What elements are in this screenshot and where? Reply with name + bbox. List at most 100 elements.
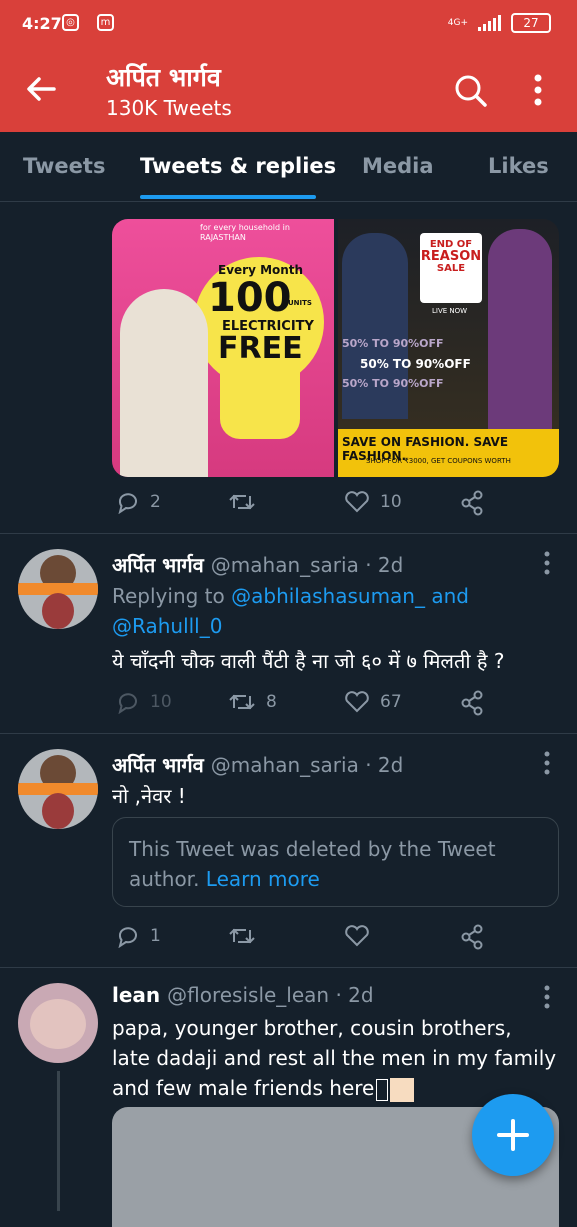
image-text: 50% TO 90%OFF [342, 377, 444, 390]
author-handle: @floresisle_lean · 2d [167, 983, 374, 1007]
compose-button[interactable] [472, 1094, 554, 1176]
retweet-count: 8 [266, 692, 277, 712]
share-button[interactable] [460, 490, 484, 516]
share-icon [461, 490, 483, 516]
image-text: for every household in [200, 223, 290, 232]
mention-link[interactable]: @Rahulll_0 [112, 614, 222, 638]
gmail-icon: m [97, 14, 114, 31]
tab-tweets[interactable]: Tweets [23, 154, 105, 178]
tweet-menu-icon[interactable] [542, 985, 552, 1009]
media-image-sale[interactable]: END OF REASON SALE LIVE NOW 50% TO 90%OF… [338, 219, 559, 477]
tweet-menu-icon[interactable] [542, 551, 552, 575]
reply-icon [118, 693, 137, 714]
network-label: 4G+ [447, 18, 468, 28]
like-button[interactable]: 67 [344, 690, 402, 714]
reply-button[interactable]: 1 [116, 924, 161, 948]
thread-line [57, 1071, 60, 1211]
avatar[interactable] [18, 983, 98, 1063]
tweet-text: नो ,नेवर ! [112, 784, 186, 808]
share-button[interactable] [460, 690, 484, 716]
reply-icon [118, 927, 137, 948]
retweet-button[interactable]: 8 [228, 690, 277, 714]
profile-tabs: Tweets Tweets & replies Media Likes [0, 132, 577, 202]
image-text: 100 [208, 275, 292, 321]
image-text: SALE [436, 263, 466, 274]
tweet-author[interactable]: अर्पित भार्गव @mahan_saria · 2d [112, 551, 403, 578]
tweet-text: papa, younger brother, cousin brothers, … [112, 1013, 556, 1103]
profile-name: अर्पित भार्गव [106, 63, 221, 92]
battery-icon: 27 [511, 13, 551, 33]
model-woman [488, 229, 552, 429]
author-name: अर्पित भार्गव [112, 753, 204, 777]
avatar[interactable] [18, 549, 98, 629]
tweet-line: late dadaji and rest all the men in my f… [112, 1046, 557, 1070]
share-icon [461, 690, 483, 716]
like-count: 10 [380, 492, 402, 512]
share-button[interactable] [460, 924, 484, 950]
image-text: UNITS [288, 299, 312, 307]
image-text: REASON [420, 249, 482, 264]
reply-button[interactable]: 2 [116, 490, 161, 514]
tweet-author[interactable]: अर्पित भार्गव @mahan_saria · 2d [112, 751, 403, 778]
emoji-box [390, 1077, 415, 1102]
reply-count: 10 [150, 692, 172, 712]
tweet-text: ये चाँदनी चौक वाली पैंटी है ना जो ६० में… [112, 649, 505, 673]
divider [0, 533, 577, 534]
tweet-line: papa, younger brother, cousin brothers, [112, 1016, 512, 1040]
author-name: अर्पित भार्गव [112, 553, 204, 577]
like-button[interactable]: 10 [344, 490, 402, 514]
retweet-icon [229, 928, 255, 944]
reply-button[interactable]: 10 [116, 690, 172, 714]
tweet-media[interactable]: for every household in RAJASTHAN Every M… [112, 219, 559, 477]
sale-badge: END OF REASON SALE [420, 233, 482, 303]
reply-count: 1 [150, 926, 161, 946]
tab-media[interactable]: Media [362, 154, 434, 178]
plus-icon [497, 1119, 529, 1151]
image-text: SHOP FOR ₹3000, GET COUPONS WORTH [366, 457, 511, 465]
avatar-face [30, 999, 86, 1049]
tweet-menu-icon[interactable] [542, 751, 552, 775]
learn-more-link[interactable]: Learn more [206, 867, 320, 891]
replying-to: Replying to @abhilashasuman_ and @Rahull… [112, 581, 469, 641]
retweet-icon [229, 694, 255, 710]
avatar-face2 [42, 593, 74, 629]
instagram-icon: ◎ [62, 14, 79, 31]
tab-likes[interactable]: Likes [488, 154, 549, 178]
image-text: RAJASTHAN [200, 233, 246, 242]
retweet-button[interactable] [228, 924, 256, 948]
divider [0, 733, 577, 734]
reply-icon [118, 493, 137, 514]
tweet-count: 130K Tweets [106, 96, 232, 120]
tweet-line: and few male friends here [112, 1076, 375, 1100]
tweet-author[interactable]: lean @floresisle_lean · 2d [112, 983, 374, 1007]
model-man [342, 233, 408, 419]
image-text: 50% TO 90%OFF [342, 337, 444, 350]
mention-link[interactable]: @abhilashasuman_ and [231, 584, 469, 608]
media-image-electricity[interactable]: for every household in RAJASTHAN Every M… [112, 219, 334, 477]
more-options-icon[interactable] [526, 72, 550, 108]
back-arrow-icon[interactable] [24, 72, 58, 106]
tab-tweets-replies[interactable]: Tweets & replies [140, 154, 336, 178]
reply-count: 2 [150, 492, 161, 512]
like-count: 67 [380, 692, 402, 712]
search-icon[interactable] [454, 74, 488, 108]
emoji-box [376, 1078, 389, 1101]
person-photo [120, 289, 208, 477]
avatar[interactable] [18, 749, 98, 829]
bulb-base [220, 369, 300, 439]
retweet-button[interactable] [228, 490, 256, 514]
like-button[interactable] [344, 924, 370, 948]
replying-prefix: Replying to [112, 584, 225, 608]
author-name: lean [112, 983, 161, 1007]
retweet-icon [229, 494, 255, 510]
image-text: 50% TO 90%OFF [360, 357, 471, 371]
active-tab-indicator [140, 195, 316, 199]
image-text: FREE [218, 331, 303, 366]
heart-icon [345, 491, 369, 513]
author-handle: @mahan_saria · 2d [210, 553, 404, 577]
signal-icon [478, 15, 501, 31]
heart-icon [345, 691, 369, 713]
status-bar: 4:27 ◎ m 4G+ 27 [0, 0, 577, 48]
status-time: 4:27 [22, 14, 62, 33]
profile-header: अर्पित भार्गव 130K Tweets [0, 48, 577, 132]
